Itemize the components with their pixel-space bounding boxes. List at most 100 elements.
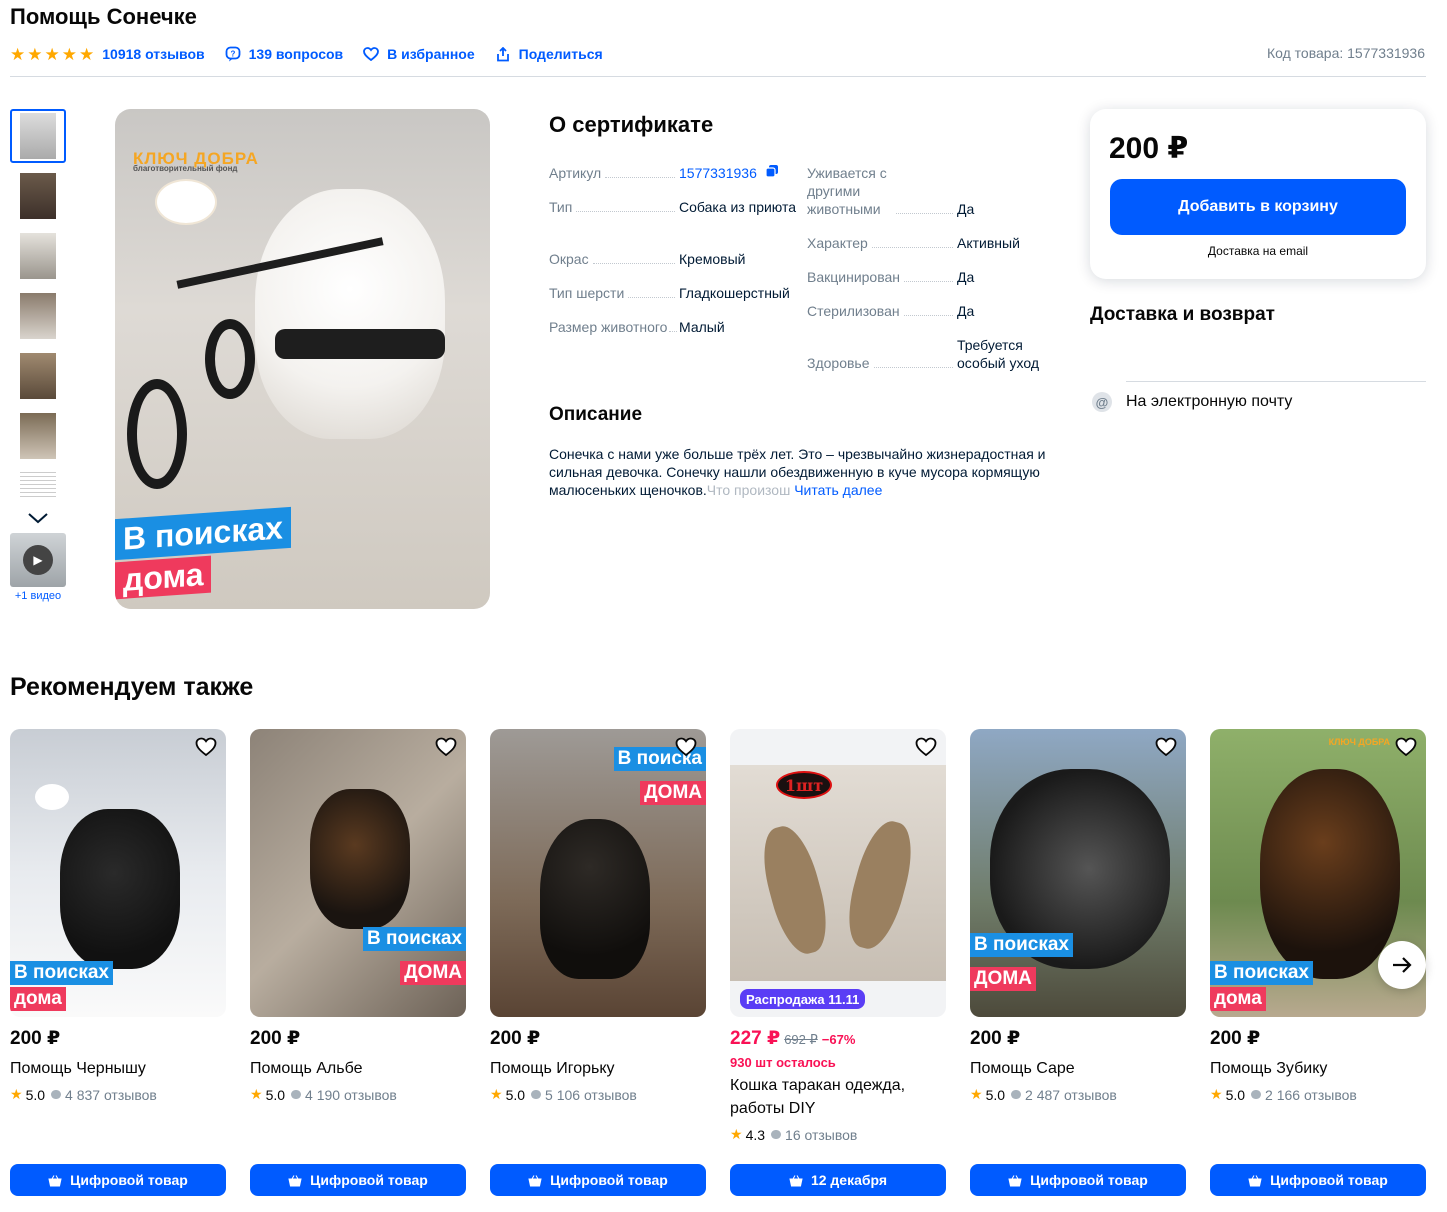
card-reviews: 4 190 отзывов bbox=[305, 1086, 397, 1103]
card-banner-top: В поисках bbox=[1210, 961, 1313, 985]
digital-product-button[interactable]: Цифровой товар bbox=[490, 1164, 706, 1196]
card-rating: ★ 5.0 2 487 отзывов bbox=[970, 1086, 1186, 1103]
product-card[interactable]: В поисках ДОМА 200 ₽ Помощь Саре ★ 5.0 2 4… bbox=[970, 729, 1186, 1103]
favorite-heart-icon[interactable] bbox=[1394, 735, 1418, 759]
card-banner-bottom: дома bbox=[10, 987, 66, 1011]
thumbnail-5[interactable] bbox=[10, 349, 66, 403]
share-link[interactable]: Поделиться bbox=[495, 46, 603, 62]
video-thumbnail[interactable]: ▶ bbox=[10, 533, 66, 587]
card-name[interactable]: Помощь Игорьку bbox=[490, 1057, 706, 1080]
favorite-heart-icon[interactable] bbox=[1154, 735, 1178, 759]
char-value: Да bbox=[957, 303, 975, 319]
char-key: Характер bbox=[807, 235, 868, 251]
characteristics: Артикул 1577331936 Тип Собака из приюта … bbox=[549, 160, 1069, 380]
chevron-down-icon[interactable] bbox=[10, 503, 66, 533]
product-title: Помощь Сонечке bbox=[10, 4, 197, 29]
thumbnail-7[interactable] bbox=[10, 469, 66, 497]
thumbnail-6[interactable] bbox=[10, 409, 66, 463]
basket-icon bbox=[789, 1174, 803, 1187]
add-to-cart-button[interactable]: Добавить в корзину bbox=[1110, 179, 1406, 235]
article-value[interactable]: 1577331936 bbox=[679, 164, 789, 182]
copy-icon[interactable] bbox=[765, 164, 779, 182]
card-rating-value: 5.0 bbox=[265, 1086, 286, 1103]
product-card[interactable]: В поисках дома 200 ₽ Помощь Чернышу ★ 5.0… bbox=[10, 729, 226, 1103]
thumbnail-4[interactable] bbox=[10, 289, 66, 343]
thumbnail-1[interactable] bbox=[10, 109, 66, 163]
recommend-title: Рекомендуем также bbox=[10, 673, 254, 701]
read-more-link[interactable]: Читать далее bbox=[794, 482, 882, 498]
star-icon: ★ bbox=[490, 1086, 503, 1102]
char-row: Вакцинирован Да bbox=[807, 268, 1047, 286]
char-value: Да bbox=[957, 269, 975, 285]
main-product-image[interactable]: КЛЮЧ ДОБРА благотворительный фонд В поис… bbox=[115, 109, 490, 609]
digital-product-button[interactable]: Цифровой товар bbox=[10, 1164, 226, 1196]
favorite-heart-icon[interactable] bbox=[434, 735, 458, 759]
basket-icon bbox=[1008, 1174, 1022, 1187]
favorite-link[interactable]: В избранное bbox=[363, 46, 475, 62]
delivery-date-button[interactable]: 12 декабря bbox=[730, 1164, 946, 1196]
card-name[interactable]: Помощь Альбе bbox=[250, 1057, 466, 1080]
star-icon: ★ bbox=[250, 1086, 263, 1102]
star-icon: ★ bbox=[10, 44, 26, 64]
button-label: 12 декабря bbox=[810, 1172, 888, 1188]
thumbnail-gallery: ▶ +1 видео bbox=[10, 109, 66, 602]
digital-product-button[interactable]: Цифровой товар bbox=[250, 1164, 466, 1196]
description-title: Описание bbox=[549, 404, 643, 425]
digital-product-button[interactable]: Цифровой товар bbox=[1210, 1164, 1426, 1196]
card-name[interactable]: Помощь Саре bbox=[970, 1057, 1186, 1080]
card-rating-value: 5.0 bbox=[1225, 1086, 1246, 1103]
card-reviews: 2 487 отзывов bbox=[1025, 1086, 1117, 1103]
product-card[interactable]: КЛЮЧ ДОБРА В поисках дома 200 ₽ Помощь З… bbox=[1210, 729, 1426, 1103]
card-banner-bottom: ДОМА bbox=[970, 967, 1036, 991]
cat-logo-icon bbox=[35, 784, 69, 810]
card-banner-bottom: ДОМА bbox=[400, 961, 466, 985]
harness bbox=[275, 329, 445, 359]
divider bbox=[1126, 381, 1426, 382]
star-icon: ★ bbox=[79, 44, 95, 64]
rating-stars[interactable]: ★ ★ ★ ★ ★ bbox=[10, 46, 94, 63]
article-number: 1577331936 bbox=[679, 165, 757, 181]
card-name[interactable]: Помощь Чернышу bbox=[10, 1057, 226, 1080]
product-price: 200 ₽ bbox=[1109, 132, 1189, 165]
favorite-heart-icon[interactable] bbox=[194, 735, 218, 759]
card-price: 200 ₽ bbox=[490, 1027, 706, 1051]
product-card[interactable]: В поисках ДОМА 200 ₽ Помощь Альбе ★ 5.0 4 … bbox=[250, 729, 466, 1103]
carousel-next-arrow-icon[interactable] bbox=[1378, 941, 1426, 989]
basket-icon bbox=[1248, 1174, 1262, 1187]
card-reviews: 2 166 отзывов bbox=[1265, 1086, 1357, 1103]
char-row: Размер животного Малый bbox=[549, 318, 799, 336]
char-key: Окрас bbox=[549, 251, 589, 267]
questions-link[interactable]: ? 139 вопросов bbox=[225, 46, 343, 62]
card-reviews: 4 837 отзывов bbox=[65, 1086, 157, 1103]
product-card-image[interactable]: В поисках дома bbox=[10, 729, 226, 1017]
star-icon: ★ bbox=[970, 1086, 983, 1102]
cat-photo bbox=[540, 819, 650, 979]
card-price-value: 200 ₽ bbox=[1210, 1028, 1261, 1049]
product-card-image[interactable]: В поисках ДОМА bbox=[250, 729, 466, 1017]
product-card-image[interactable]: В поиска ДОМА bbox=[490, 729, 706, 1017]
card-name[interactable]: Кошка таракан одежда, работы DIY bbox=[730, 1074, 946, 1120]
favorite-heart-icon[interactable] bbox=[914, 735, 938, 759]
card-price: 200 ₽ bbox=[10, 1027, 226, 1051]
basket-icon bbox=[528, 1174, 542, 1187]
product-card-image[interactable]: В поисках ДОМА bbox=[970, 729, 1186, 1017]
card-name[interactable]: Помощь Зубику bbox=[1210, 1057, 1426, 1080]
card-rating-value: 5.0 bbox=[985, 1086, 1006, 1103]
share-icon bbox=[495, 46, 511, 62]
digital-product-button[interactable]: Цифровой товар bbox=[970, 1164, 1186, 1196]
product-card-image[interactable]: 1шт Распродажа 11.11 bbox=[730, 729, 946, 1017]
image-banner-top: В поисках bbox=[115, 506, 291, 561]
comment-icon bbox=[1251, 1090, 1262, 1099]
reviews-link[interactable]: 10918 отзывов bbox=[102, 46, 204, 62]
card-reviews: 16 отзывов bbox=[785, 1126, 858, 1143]
card-price-value: 200 ₽ bbox=[490, 1028, 541, 1049]
product-card[interactable]: В поиска ДОМА 200 ₽ Помощь Игорьку ★ 5.0 5… bbox=[490, 729, 706, 1103]
about-title: О сертификате bbox=[549, 112, 714, 137]
play-icon: ▶ bbox=[23, 545, 53, 575]
char-value: Собака из приюта bbox=[679, 199, 797, 215]
wheel bbox=[205, 319, 255, 399]
thumbnail-3[interactable] bbox=[10, 229, 66, 283]
thumbnail-2[interactable] bbox=[10, 169, 66, 223]
favorite-heart-icon[interactable] bbox=[674, 735, 698, 759]
product-card[interactable]: 1шт Распродажа 11.11 227 ₽ 692 ₽ −67% 93… bbox=[730, 729, 946, 1143]
